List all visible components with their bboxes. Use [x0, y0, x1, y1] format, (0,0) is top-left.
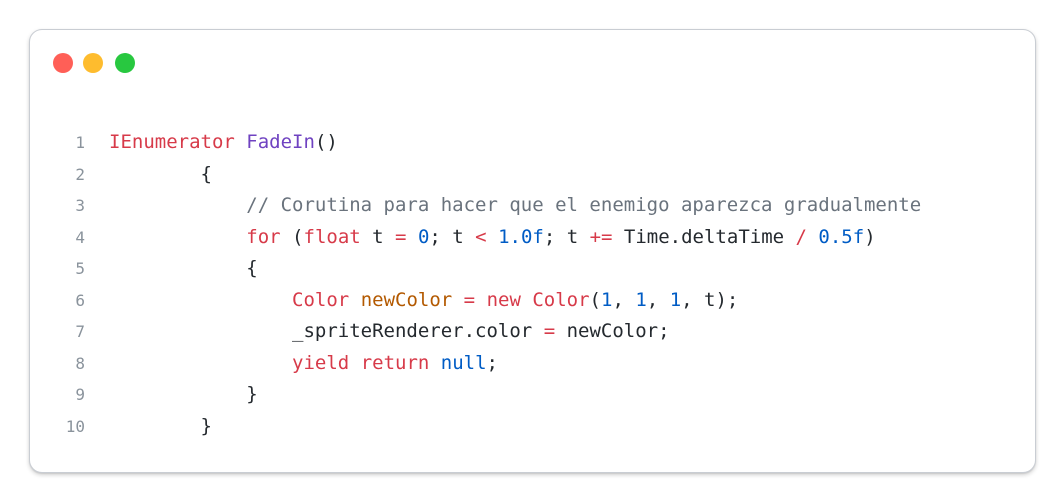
code-line: 8 yield return null; — [30, 348, 1030, 380]
code-line: 10 } — [30, 411, 1030, 443]
zoom-dot-icon[interactable] — [115, 53, 135, 73]
code-token: , — [612, 288, 636, 311]
close-dot-icon[interactable] — [53, 53, 73, 73]
code-text: { — [109, 253, 258, 285]
code-line: 2 { — [30, 159, 1030, 191]
code-token: ( — [280, 225, 304, 248]
code-token: ; — [486, 351, 498, 374]
minimize-dot-icon[interactable] — [83, 53, 103, 73]
code-token: 1.0f — [498, 225, 544, 248]
line-number: 9 — [75, 385, 85, 404]
code-token: newColor; — [555, 320, 670, 342]
code-token: null — [440, 351, 487, 374]
code-token: / — [795, 225, 807, 248]
code-token: , t); — [681, 288, 739, 311]
code-token: 1 — [635, 288, 647, 311]
code-line: 5 { — [30, 253, 1030, 285]
code-token: } — [109, 383, 258, 405]
code-token: 0.5f — [818, 225, 865, 248]
code-token: = — [543, 320, 556, 342]
line-number: 3 — [75, 196, 85, 215]
code-token: IEnumerator — [109, 131, 235, 153]
code-token: { — [109, 257, 258, 279]
code-text: for (float t = 0; t < 1.0f; t += Time.de… — [109, 222, 876, 254]
code-text: // Corutina para hacer que el enemigo ap… — [109, 190, 921, 222]
code-line: 7 _spriteRenderer.color = newColor; — [30, 316, 1030, 348]
line-number: 4 — [75, 227, 85, 247]
code-token: { — [109, 162, 212, 185]
code-text: } — [109, 411, 212, 443]
code-line: 1 IEnumerator FadeIn() — [30, 127, 1030, 159]
code-token: 1 — [601, 288, 613, 311]
code-text: IEnumerator FadeIn() — [109, 127, 338, 159]
code-block: 1 IEnumerator FadeIn() 2 {3 // Corutina pa… — [30, 127, 1030, 442]
code-token: () — [314, 131, 338, 153]
line-number: 6 — [75, 290, 85, 310]
code-token: = — [463, 288, 476, 311]
code-token: Color — [292, 288, 350, 311]
code-text: yield return null; — [109, 348, 498, 380]
code-token: 0 — [417, 225, 430, 248]
code-token: Color — [532, 288, 590, 311]
code-token: ; t — [429, 225, 476, 248]
code-token: 1 — [669, 288, 682, 311]
code-token: } — [109, 414, 212, 437]
code-line: 9 } — [30, 379, 1030, 411]
code-token: return — [360, 351, 430, 374]
code-token: < — [475, 225, 487, 248]
code-token: _spriteRenderer.color — [109, 320, 544, 342]
code-token: newColor — [360, 288, 453, 311]
code-line: 4 for (float t = 0; t < 1.0f; t += Time.… — [30, 222, 1030, 254]
line-number: 5 — [75, 259, 85, 278]
code-token: ; t — [543, 225, 590, 248]
code-token: new — [486, 288, 521, 311]
line-number: 1 — [75, 133, 85, 152]
code-token: ) — [864, 225, 876, 248]
code-token: // Corutina para hacer que el enemigo ap… — [109, 194, 922, 216]
code-token: = — [395, 225, 407, 248]
line-number: 8 — [75, 353, 85, 373]
code-token: t — [360, 225, 396, 248]
code-token: for — [246, 225, 281, 248]
line-number: 2 — [75, 164, 85, 184]
code-text: } — [109, 379, 258, 411]
code-token: FadeIn — [246, 131, 315, 153]
code-token: Time.deltaTime — [612, 225, 796, 248]
code-line: 6 Color newColor = new Color(1, 1, 1, t)… — [30, 285, 1030, 317]
code-window: 1 IEnumerator FadeIn() 2 {3 // Corutina pa… — [29, 29, 1036, 473]
code-token: ( — [589, 288, 601, 311]
code-line: 3 // Corutina para hacer que el enemigo … — [30, 190, 1030, 222]
code-text: Color newColor = new Color(1, 1, 1, t); — [109, 285, 738, 317]
code-token: , — [646, 288, 670, 311]
code-token: yield — [292, 351, 350, 374]
code-token: += — [589, 225, 613, 248]
code-text: _spriteRenderer.color = newColor; — [109, 316, 670, 348]
line-number: 7 — [75, 322, 85, 341]
code-text: { — [109, 159, 212, 191]
line-number: 10 — [65, 416, 85, 436]
code-token: float — [303, 225, 361, 248]
